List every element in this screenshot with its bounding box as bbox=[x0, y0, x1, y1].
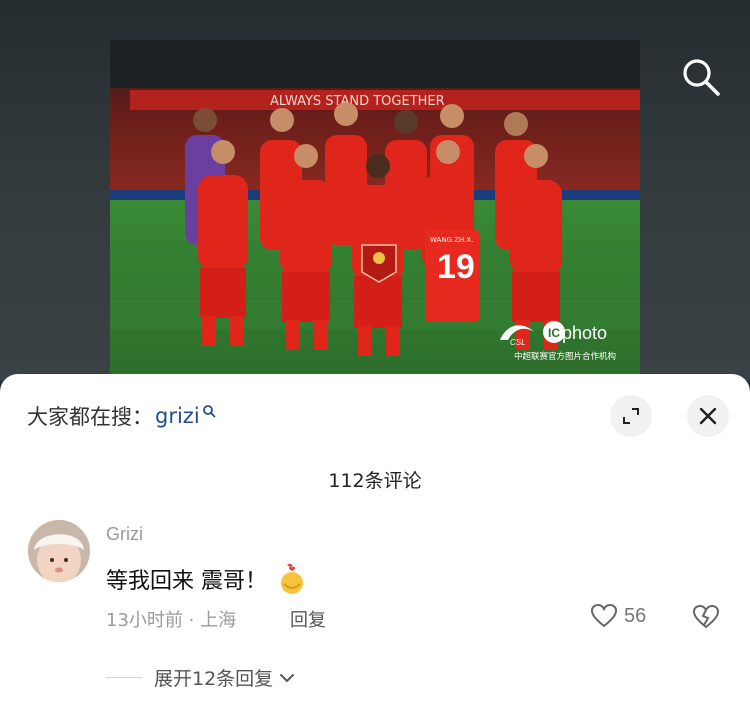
avatar[interactable] bbox=[28, 520, 90, 582]
svg-text:IC: IC bbox=[548, 326, 560, 340]
comment-text: 等我回来 震哥！ bbox=[106, 569, 267, 594]
comment-count: 112条评论 bbox=[328, 470, 422, 492]
close-icon bbox=[699, 407, 717, 425]
like-count: 56 bbox=[624, 604, 647, 627]
heart-icon bbox=[590, 603, 618, 628]
expand-button[interactable] bbox=[610, 395, 652, 437]
search-button[interactable] bbox=[676, 52, 726, 102]
hot-search-bar: 大家都在搜： grizi bbox=[27, 400, 216, 432]
small-search-icon bbox=[202, 405, 216, 418]
expand-icon bbox=[623, 408, 639, 424]
svg-text:19: 19 bbox=[437, 248, 475, 286]
close-button[interactable] bbox=[687, 395, 729, 437]
search-icon bbox=[683, 59, 720, 96]
team-photo[interactable]: ALWAYS STAND TOGETHER WANG ZH.X. 19 CSL … bbox=[110, 40, 640, 374]
baby-avatar-image bbox=[28, 520, 90, 582]
svg-text:CSL: CSL bbox=[510, 338, 526, 347]
broken-heart-icon bbox=[692, 604, 720, 629]
watermark-brand: photo bbox=[562, 323, 608, 343]
hug-emoji-icon bbox=[281, 563, 303, 594]
comment-body: 等我回来 震哥！ bbox=[106, 562, 307, 596]
reply-button[interactable]: 回复 bbox=[290, 606, 326, 632]
watermark-subtitle: 中超联赛官方图片合作机构 bbox=[513, 352, 616, 362]
expand-replies-label: 展开12条回复 bbox=[154, 668, 274, 690]
hot-search-label: 大家都在搜： bbox=[27, 405, 153, 429]
photo-watermark: CSL IC photo 中超联赛官方图片合作机构 bbox=[494, 318, 636, 364]
chevron-down-icon bbox=[280, 673, 295, 682]
dislike-button[interactable] bbox=[692, 604, 720, 634]
expand-replies-button[interactable]: 展开12条回复 bbox=[106, 664, 295, 691]
hot-search-term[interactable]: grizi bbox=[155, 404, 200, 428]
like-button[interactable]: 56 bbox=[590, 603, 646, 629]
comment-time-location: 13小时前 · 上海 bbox=[106, 610, 237, 631]
divider bbox=[106, 677, 142, 678]
banner-text: ALWAYS STAND TOGETHER bbox=[270, 94, 445, 109]
svg-text:WANG ZH.X.: WANG ZH.X. bbox=[430, 236, 473, 244]
comment-username[interactable]: Grizi bbox=[106, 524, 143, 545]
held-jersey: WANG ZH.X. 19 bbox=[425, 230, 479, 322]
